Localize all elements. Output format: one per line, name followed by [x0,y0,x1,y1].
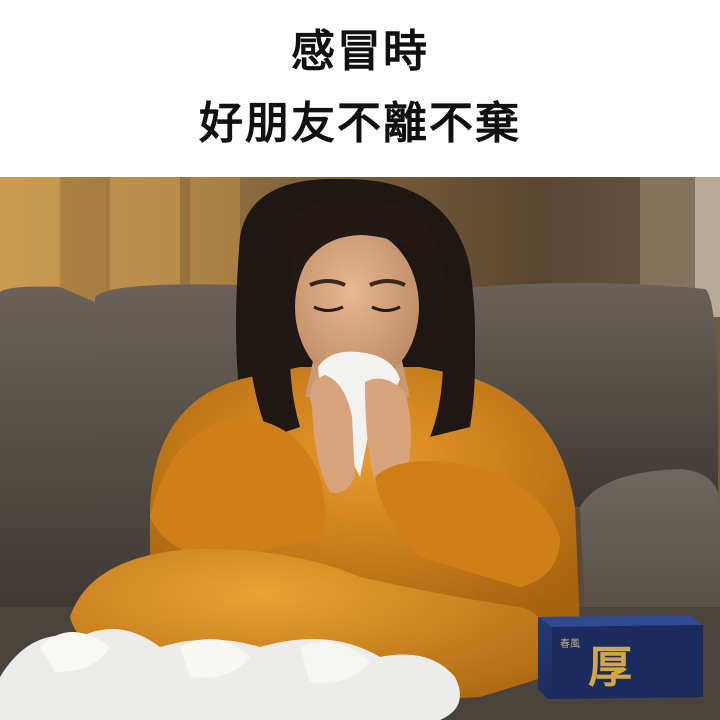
tissue-box-glyph: 厚 [588,642,632,693]
window-light-mid [110,177,180,302]
caption-line-1: 感冒時 [291,26,429,77]
photo-scene: 春風 厚 [0,177,720,720]
meme-card: 感冒時 好朋友不離不棄 春風 厚 [0,0,720,720]
window-light-right [190,177,240,297]
caption-line-2: 好朋友不離不棄 [199,98,521,149]
caption-area: 感冒時 好朋友不離不棄 [0,0,720,177]
tissue-box: 春風 厚 [538,615,703,699]
photo: 春風 厚 [0,177,720,720]
sofa-cushion-left [0,286,95,617]
tissue-box-top [538,615,703,627]
tissue-box-brand: 春風 [560,638,580,650]
